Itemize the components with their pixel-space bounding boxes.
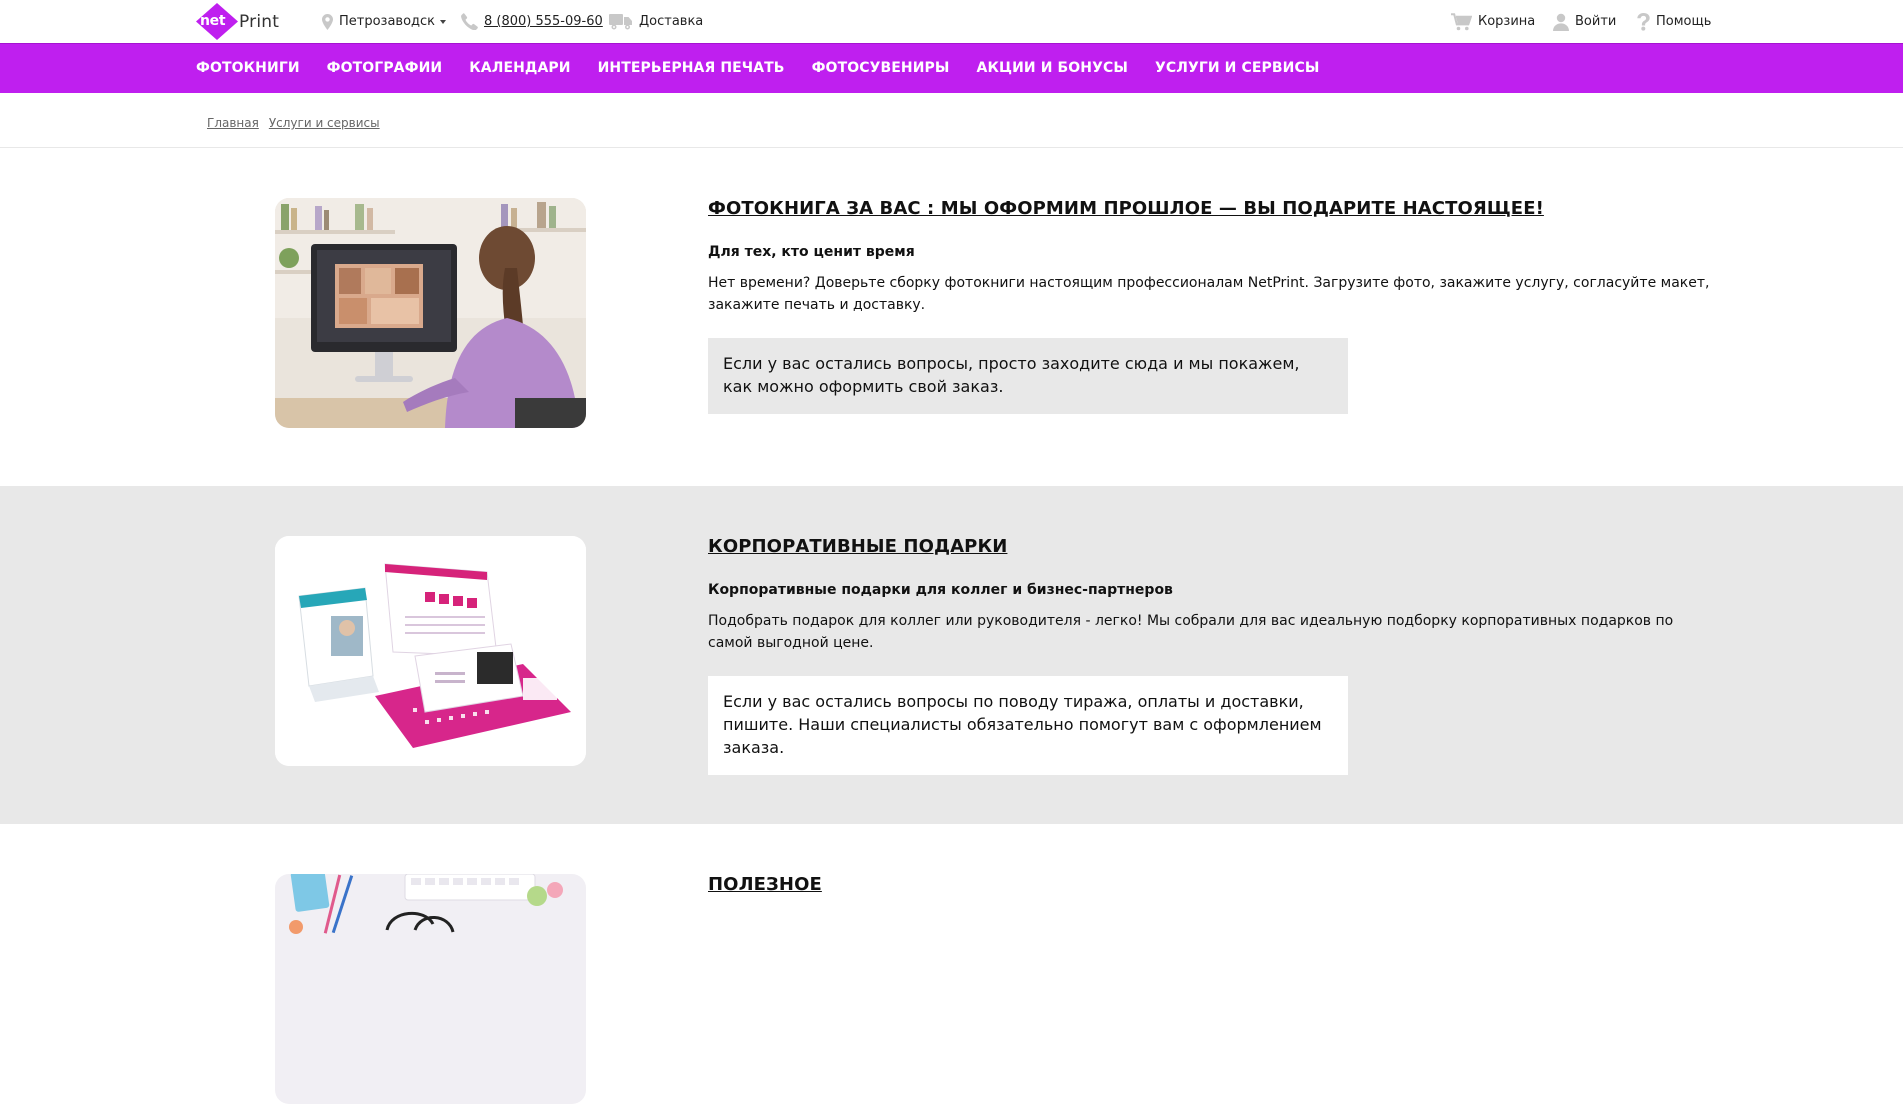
logo-diamond-icon: net [196, 3, 238, 40]
city-selector[interactable]: Петрозаводск [322, 0, 447, 43]
service-title[interactable]: КОРПОРАТИВНЫЕ ПОДАРКИ [708, 536, 1713, 557]
service-subtitle: Для тех, кто ценит время [708, 244, 915, 260]
user-icon [1553, 13, 1569, 31]
service-block-useful: ПОЛЕЗНОЕ [0, 824, 1903, 1104]
nav-item-photobooks[interactable]: ФОТОКНИГИ [196, 60, 300, 76]
cart-link[interactable]: Корзина [1451, 0, 1535, 43]
service-description: Подобрать подарок для коллег или руковод… [708, 613, 1674, 651]
help-label: Помощь [1656, 14, 1712, 29]
service-block-photobook: ФОТОКНИГА ЗА ВАС : МЫ ОФОРМИМ ПРОШЛОЕ — … [0, 148, 1903, 486]
nav-item-services[interactable]: УСЛУГИ И СЕРВИСЫ [1155, 60, 1319, 76]
breadcrumb-home[interactable]: Главная [207, 116, 259, 130]
service-title[interactable]: ФОТОКНИГА ЗА ВАС : МЫ ОФОРМИМ ПРОШЛОЕ — … [708, 198, 1713, 219]
login-link[interactable]: Войти [1553, 0, 1616, 43]
nav-item-photo-souvenirs[interactable]: ФОТОСУВЕНИРЫ [812, 60, 950, 76]
phone-contact[interactable]: 8 (800) 555-09-60 [461, 0, 603, 43]
desk-calendars-image[interactable] [275, 536, 586, 766]
help-link[interactable]: Помощь [1637, 0, 1711, 43]
question-icon [1637, 12, 1650, 31]
phone-icon [461, 13, 478, 30]
service-text-photobook: ФОТОКНИГА ЗА ВАС : МЫ ОФОРМИМ ПРОШЛОЕ — … [708, 198, 1713, 414]
chevron-down-icon [440, 19, 447, 24]
phone-link[interactable]: 8 (800) 555-09-60 [484, 14, 603, 29]
breadcrumb-services[interactable]: Услуги и сервисы [269, 116, 380, 130]
service-note[interactable]: Если у вас остались вопросы по поводу ти… [708, 676, 1348, 775]
woman-designing-photobook-image[interactable] [275, 198, 586, 428]
cart-icon [1451, 12, 1472, 31]
service-text-corporate-gifts: КОРПОРАТИВНЫЕ ПОДАРКИ Корпоративные пода… [708, 536, 1713, 775]
service-title[interactable]: ПОЛЕЗНОЕ [708, 874, 1713, 895]
logo-mark-text: net [200, 13, 226, 29]
truck-icon [609, 13, 633, 30]
service-subtitle: Корпоративные подарки для коллег и бизне… [708, 582, 1173, 598]
nav-item-promotions[interactable]: АКЦИИ И БОНУСЫ [977, 60, 1128, 76]
desk-stationery-image[interactable] [275, 874, 586, 1104]
nav-item-photos[interactable]: ФОТОГРАФИИ [327, 60, 443, 76]
delivery-label: Доставка [639, 14, 704, 29]
delivery-link[interactable]: Доставка [609, 0, 703, 43]
cart-label: Корзина [1478, 14, 1536, 29]
nav-item-interior-print[interactable]: ИНТЕРЬЕРНАЯ ПЕЧАТЬ [598, 60, 785, 76]
breadcrumb: Главная Услуги и сервисы [207, 116, 380, 130]
service-description: Нет времени? Доверьте сборку фотокниги н… [708, 275, 1710, 313]
nav-item-calendars[interactable]: КАЛЕНДАРИ [469, 60, 570, 76]
map-pin-icon [322, 13, 333, 30]
main-nav: ФОТОКНИГИ ФОТОГРАФИИ КАЛЕНДАРИ ИНТЕРЬЕРН… [0, 43, 1903, 93]
city-label: Петрозаводск [339, 14, 436, 29]
service-note[interactable]: Если у вас остались вопросы, просто захо… [708, 338, 1348, 414]
login-label: Войти [1575, 14, 1617, 29]
netprint-logo[interactable]: net Print [196, 3, 279, 40]
top-bar: net Print Петрозаводск 8 (800) 555-09-60… [0, 0, 1903, 43]
service-text-useful: ПОЛЕЗНОЕ [708, 874, 1713, 895]
service-block-corporate-gifts: КОРПОРАТИВНЫЕ ПОДАРКИ Корпоративные пода… [0, 486, 1903, 824]
logo-word: Print [239, 11, 280, 32]
